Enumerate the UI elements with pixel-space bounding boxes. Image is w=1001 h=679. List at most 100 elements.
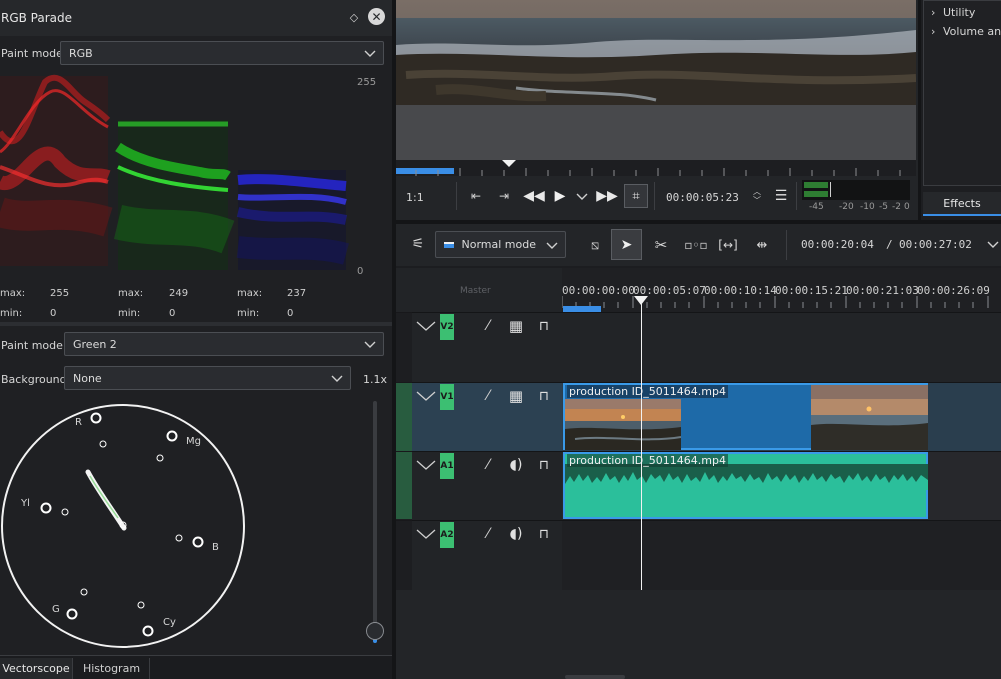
parade-scale-max: 255 [357,77,377,88]
edit-mode-value: Normal mode [461,238,537,251]
set-zone-in-icon[interactable]: ⇤ [466,186,486,206]
audio-scale-2: -10 [860,202,875,212]
green-min-label: min: [118,308,141,319]
effects-item-chevron-icon[interactable]: › [931,6,935,19]
monitor-letterbox [396,105,916,160]
effects-wand-icon[interactable]: ⁄ [478,316,498,336]
collapse-track-icon[interactable] [416,388,436,404]
red-max-label: max: [0,288,26,299]
parade-scale-min: 0 [357,266,364,277]
effects-tab[interactable]: Effects [923,192,1001,216]
effects-wand-icon[interactable]: ⁄ [478,455,498,475]
slip-tool-icon[interactable]: ▫◦▫ [684,234,708,256]
video-track-icon[interactable]: ▦ [506,316,526,336]
collapse-track-icon[interactable] [416,457,436,473]
rgb-parade-plot [0,72,392,282]
green-min-value: 0 [169,308,176,319]
vs-paint-mode-select[interactable]: Green 2 [64,332,384,356]
audio-waveform [565,464,928,490]
toolbar-divider [796,182,797,210]
play-icon[interactable]: ▶ [550,186,570,206]
effects-wand-icon[interactable]: ⁄ [478,524,498,544]
edit-mode-select[interactable]: Normal mode [435,231,566,258]
rewind-icon[interactable]: ◀◀ [523,186,545,206]
audio-meter-tick [830,182,831,197]
close-panel-icon[interactable]: ✕ [368,8,385,25]
timeline-toolbar: ⚟ Normal mode ⧅ ➤ ✂ ▫◦▫ [↔] ⇹ 00:00:20:0… [396,224,1001,266]
red-min-value: 0 [50,308,57,319]
toolbar-divider [786,230,787,260]
video-track-icon[interactable]: ▦ [506,386,526,406]
scrollbar-hint[interactable] [565,675,625,679]
video-clip[interactable]: production ID_5011464.mp4 [563,383,928,450]
tab-histogram[interactable]: Histogram [74,658,150,679]
play-options-chevron-icon[interactable] [574,188,590,204]
spacer-tool-icon[interactable]: ⧅ [584,234,606,256]
effects-tab-label: Effects [943,196,981,210]
background-select[interactable]: None [64,366,351,390]
speaker-icon[interactable]: ◖) [506,524,526,544]
audio-scale-1: -20 [839,202,854,212]
track-label-v2: V2 [440,314,454,340]
audio-clip[interactable]: production ID_5011464.mp4 [563,452,928,519]
razor-tool-icon[interactable]: ✂ [650,234,672,256]
timecode-separator: / [886,238,893,251]
background-label: Background [1,373,67,386]
track-lane-v2[interactable] [562,312,1001,382]
effects-panel: › Utility › Volume and Effects [918,0,1001,224]
blue-max-value: 237 [287,288,307,299]
effects-item-utility[interactable]: Utility [943,6,975,19]
effects-item-volume[interactable]: Volume and [943,25,1001,38]
crop-icon[interactable]: ⌗ [624,184,648,208]
zoom-slider-handle[interactable] [366,622,384,640]
track-lane-a2[interactable] [562,520,1001,590]
chevron-down-icon [546,242,558,249]
timeline-settings-icon[interactable]: ⚟ [408,234,428,254]
collapse-track-icon[interactable] [416,526,436,542]
set-zone-out-icon[interactable]: ⇥ [494,186,514,206]
lock-icon[interactable]: ⊓ [534,455,554,475]
rgb-parade-panel: RGB Parade ◇ ✕ Paint mode RGB 255 0 max:… [0,0,392,322]
chevron-down-icon [331,375,343,382]
status-area [396,590,1001,679]
audio-scale-3: -5 [879,202,888,212]
track-label-a2: A2 [440,522,454,548]
vs-paint-mode-label: Paint mode [1,339,63,352]
effects-item-chevron-icon[interactable]: › [931,25,935,38]
timeline-ruler-ticks [562,296,989,308]
monitor-menu-icon[interactable]: ☰ [772,187,790,205]
lock-icon[interactable]: ⊓ [534,316,554,336]
monitor-zoom[interactable]: 1:1 [406,191,424,204]
tab-vectorscope[interactable]: Vectorscope [0,658,73,679]
blue-channel-trace [236,170,349,270]
background-value: None [73,372,102,385]
target-label-r: R [75,417,82,428]
timeline-duration: 00:00:27:02 [899,238,972,251]
effects-wand-icon[interactable]: ⁄ [478,386,498,406]
target-label-mg: Mg [186,436,201,447]
collapse-track-icon[interactable] [416,318,436,334]
selection-tool-icon[interactable]: ➤ [611,229,642,260]
target-label-cy: Cy [163,617,176,628]
audio-scale-5: 0 [904,202,910,212]
ripple-tool-icon[interactable]: [↔] [716,234,740,256]
zoom-slider-track[interactable] [373,401,377,641]
target-label-b: B [212,542,219,553]
timeline-menu-chevron-icon[interactable] [986,237,1000,251]
monitor-timecode[interactable]: 00:00:05:23 [666,191,739,204]
green-channel-trace [113,120,235,270]
video-frame [396,0,916,105]
audio-meter-left [804,182,828,188]
timecode-spinner-icon[interactable]: ︿ ﹀ [750,184,764,208]
paint-mode-label: Paint mode [1,47,63,60]
roll-tool-icon[interactable]: ⇹ [750,234,774,256]
track-label-a1: A1 [440,453,454,479]
speaker-icon[interactable]: ◖) [506,455,526,475]
timeline-position[interactable]: 00:00:20:04 [801,238,874,251]
lock-icon[interactable]: ⊓ [534,524,554,544]
float-panel-icon[interactable]: ◇ [347,10,361,24]
forward-icon[interactable]: ▶▶ [596,186,618,206]
audio-scale-0: -45 [809,202,824,212]
lock-icon[interactable]: ⊓ [534,386,554,406]
paint-mode-select[interactable]: RGB [60,41,384,65]
